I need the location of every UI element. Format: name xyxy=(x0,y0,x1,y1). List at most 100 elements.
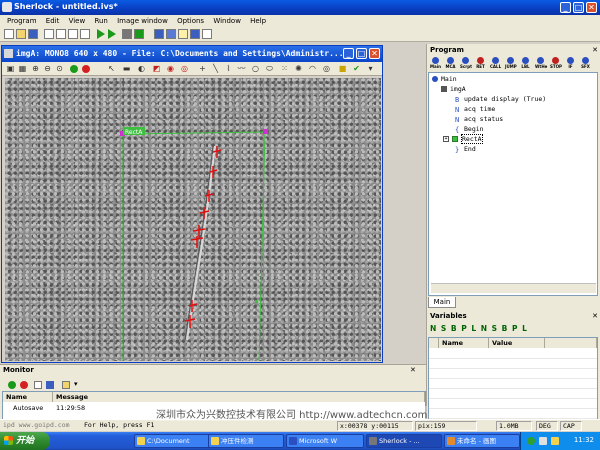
monitor-save-icon[interactable] xyxy=(46,381,54,389)
monitor-col-message[interactable]: Message xyxy=(53,392,425,402)
menu-help[interactable]: Help xyxy=(250,15,266,27)
run-once-icon[interactable] xyxy=(108,29,116,39)
program-close-icon[interactable]: ✕ xyxy=(592,44,598,56)
image-maximize-button[interactable]: □ xyxy=(356,48,367,59)
spokes-icon[interactable]: ✺ xyxy=(294,64,303,73)
run-icon[interactable] xyxy=(97,29,105,39)
monitor-dropdown-icon[interactable]: ▾ xyxy=(74,380,78,388)
dropdown-icon[interactable] xyxy=(202,29,212,39)
roi-handle-tr[interactable] xyxy=(263,129,268,134)
image-canvas[interactable]: RectA xyxy=(5,78,381,361)
monitor-new-icon[interactable] xyxy=(34,381,42,389)
line-tool-icon[interactable]: ╲ xyxy=(211,64,220,73)
delete-icon[interactable] xyxy=(80,29,90,39)
tree-item-imga[interactable]: imgA xyxy=(441,85,466,93)
tree-item-update-display[interactable]: Bupdate display (True) xyxy=(455,95,546,104)
tray-network-icon[interactable] xyxy=(527,437,535,445)
tool-call-icon[interactable]: CALL xyxy=(490,57,501,70)
tray-app-icon[interactable] xyxy=(551,437,559,445)
monitor-col-name[interactable]: Name xyxy=(3,392,53,402)
cut-icon[interactable] xyxy=(44,29,54,39)
tool-ret-icon[interactable]: RET xyxy=(475,57,486,70)
task-word[interactable]: Microsoft W xyxy=(286,434,364,448)
step-icon[interactable] xyxy=(134,29,144,39)
start-button[interactable]: 开始 xyxy=(0,432,50,450)
task-paint[interactable]: 未命名 - 画图 xyxy=(444,434,520,448)
tab-main[interactable]: Main xyxy=(428,297,456,308)
paste-icon[interactable] xyxy=(68,29,78,39)
circle-roi-icon[interactable]: ◉ xyxy=(166,64,175,73)
rings-icon[interactable]: ◎ xyxy=(322,64,331,73)
rect-roi-icon[interactable]: ▬ xyxy=(122,64,131,73)
pointer-icon[interactable]: ↖ xyxy=(107,64,116,73)
program-hscrollbar[interactable] xyxy=(431,283,596,293)
variables-toolbar[interactable]: N S B P L N S B P L xyxy=(430,324,598,336)
tree-item-end[interactable]: } End xyxy=(455,145,476,154)
zoom-in-icon[interactable]: ⊕ xyxy=(31,64,40,73)
lightbulb-icon[interactable] xyxy=(178,29,188,39)
grid-dots-icon[interactable]: ⁙ xyxy=(280,64,289,73)
step-into-icon[interactable] xyxy=(166,29,176,39)
close-button[interactable]: ✕ xyxy=(586,2,597,13)
check-icon[interactable]: ✔ xyxy=(352,64,361,73)
tree-item-recta[interactable]: + RectA xyxy=(443,134,483,144)
point-icon[interactable]: + xyxy=(198,64,207,73)
tool-sfx-icon[interactable]: SFX xyxy=(580,57,591,70)
menu-options[interactable]: Options xyxy=(177,15,204,27)
image-minimize-button[interactable]: _ xyxy=(343,48,354,59)
tool-mca-icon[interactable]: MCA xyxy=(445,57,456,70)
variables-col-name[interactable]: Name xyxy=(439,338,489,348)
monitor-start-icon[interactable] xyxy=(8,381,16,389)
ellipse-icon[interactable]: ⬭ xyxy=(265,64,274,73)
task-sherlock[interactable]: Sherlock - ... xyxy=(366,434,442,448)
stop-icon[interactable] xyxy=(122,29,132,39)
monitor-stop-icon[interactable] xyxy=(20,381,28,389)
tree-item-begin[interactable]: {Begin xyxy=(455,125,484,134)
tree-item-acq-time[interactable]: Nacq time xyxy=(455,105,495,114)
zoom-icon[interactable] xyxy=(190,29,200,39)
menu-edit[interactable]: Edit xyxy=(46,15,60,27)
roi-rectangle[interactable] xyxy=(122,131,266,361)
pause-icon[interactable] xyxy=(154,29,164,39)
tree-item-main[interactable]: Main xyxy=(432,75,457,83)
toggle-icon[interactable]: ◐ xyxy=(137,64,146,73)
grid-icon[interactable]: ▦ xyxy=(18,64,27,73)
menu-window[interactable]: Window xyxy=(213,15,241,27)
tray-volume-icon[interactable] xyxy=(539,437,547,445)
image-dropdown-icon[interactable]: ▾ xyxy=(366,64,375,73)
variables-close-icon[interactable]: ✕ xyxy=(592,310,598,322)
annulus-roi-icon[interactable]: ◎ xyxy=(180,64,189,73)
tool-script-icon[interactable]: Scrpt xyxy=(460,57,472,70)
tool-if-icon[interactable]: IF xyxy=(565,57,576,70)
tool-jump-icon[interactable]: JUMP xyxy=(505,57,517,70)
red-stop-icon[interactable] xyxy=(82,65,90,73)
clock[interactable]: 11:32 xyxy=(574,436,594,444)
roi-handle-r[interactable] xyxy=(255,300,258,303)
menu-view[interactable]: View xyxy=(69,15,86,27)
monitor-close-icon[interactable]: ✕ xyxy=(410,366,416,374)
save-icon[interactable] xyxy=(28,29,38,39)
tool-while-icon[interactable]: WtHe xyxy=(535,57,547,70)
expand-icon[interactable]: + xyxy=(443,136,449,142)
arc-icon[interactable]: ◠ xyxy=(308,64,317,73)
copy-icon[interactable] xyxy=(56,29,66,39)
green-run-icon[interactable] xyxy=(70,65,78,73)
zoom-fit-icon[interactable]: ⊙ xyxy=(55,64,64,73)
menu-image-window[interactable]: Image window xyxy=(117,15,168,27)
tree-item-acq-status[interactable]: Nacq status xyxy=(455,115,503,124)
image-close-button[interactable]: ✕ xyxy=(369,48,380,59)
open-folder-icon[interactable] xyxy=(16,29,26,39)
camera-icon[interactable]: ▣ xyxy=(6,64,15,73)
tool-stop-icon[interactable]: STOP xyxy=(550,57,562,70)
monitor-export-icon[interactable] xyxy=(62,381,70,389)
lock-icon[interactable]: ■ xyxy=(338,64,347,73)
polygon-icon[interactable]: 〰 xyxy=(237,64,246,73)
polyline-icon[interactable]: ⌇ xyxy=(224,64,233,73)
maximize-button[interactable]: □ xyxy=(573,2,584,13)
tool-main-icon[interactable]: Main xyxy=(430,57,441,70)
tool-label-icon[interactable]: LBL xyxy=(520,57,531,70)
minimize-button[interactable]: _ xyxy=(560,2,571,13)
menu-program[interactable]: Program xyxy=(7,15,37,27)
zoom-out-icon[interactable]: ⊖ xyxy=(43,64,52,73)
variables-col-value[interactable]: Value xyxy=(489,338,545,348)
